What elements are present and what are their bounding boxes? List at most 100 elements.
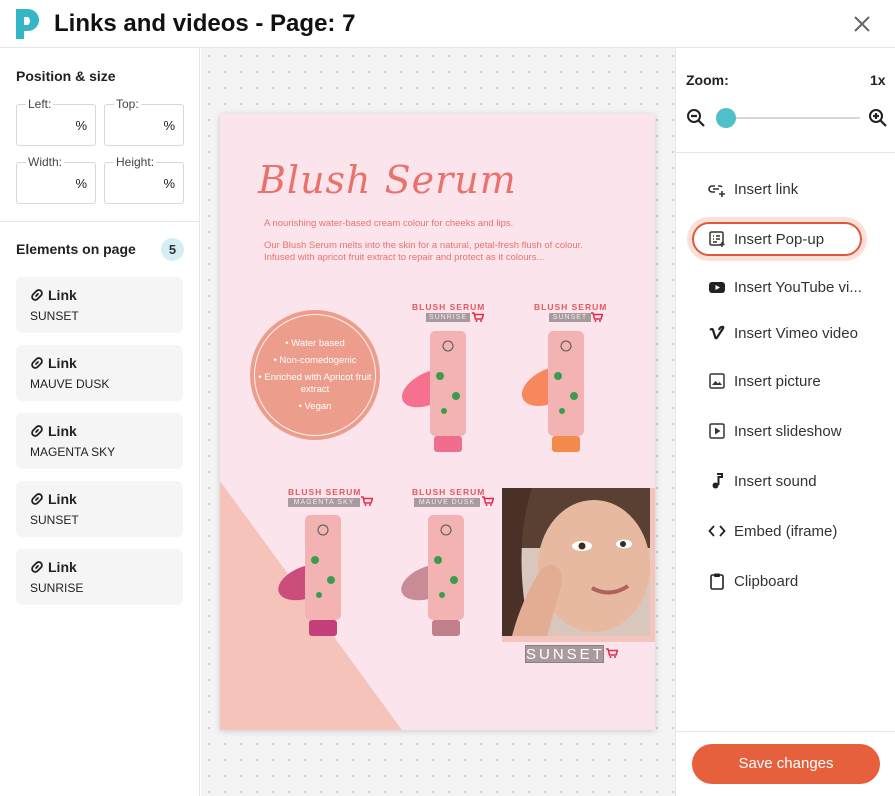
page-desc-2: Infused with apricot fruit extract to re… bbox=[264, 252, 545, 263]
feature-item: • Non-comedogenic bbox=[273, 355, 357, 366]
app-logo-icon bbox=[16, 9, 39, 39]
page-desc-1: Our Blush Serum melts into the skin for … bbox=[264, 240, 583, 251]
link-icon bbox=[31, 425, 43, 437]
width-field-label: Width: bbox=[26, 155, 65, 169]
product-name-link[interactable]: MAGENTA SKY bbox=[288, 498, 360, 507]
elements-title: Elements on page bbox=[16, 241, 136, 257]
menu-label: Insert sound bbox=[734, 472, 817, 490]
insert-vimeo-button[interactable]: Insert Vimeo video bbox=[692, 316, 874, 350]
link-icon bbox=[31, 561, 43, 573]
left-field[interactable]: Left: % bbox=[16, 97, 96, 146]
menu-label: Insert Pop-up bbox=[734, 230, 825, 248]
feature-list: • Water based • Non-comedogenic • Enrich… bbox=[250, 338, 380, 418]
top-field-unit: % bbox=[163, 118, 175, 133]
model-photo bbox=[502, 488, 650, 636]
height-field-label: Height: bbox=[114, 155, 157, 169]
slideshow-icon bbox=[709, 423, 725, 439]
product-tube-mauve bbox=[401, 515, 464, 636]
element-link-card[interactable]: Link MAUVE DUSK bbox=[16, 345, 183, 401]
element-link-card[interactable]: Link SUNSET bbox=[16, 481, 183, 537]
insert-popup-button[interactable]: Insert Pop-up bbox=[692, 222, 862, 256]
product-label: BLUSH SERUM bbox=[534, 302, 608, 312]
menu-label: Embed (iframe) bbox=[734, 522, 838, 540]
link-card-title: Link bbox=[48, 355, 77, 371]
youtube-icon bbox=[709, 282, 725, 293]
zoom-slider-track[interactable] bbox=[720, 117, 860, 119]
zoom-in-icon[interactable] bbox=[868, 108, 888, 128]
insert-slideshow-button[interactable]: Insert slideshow bbox=[692, 414, 874, 448]
zoom-value: 1x bbox=[870, 72, 886, 88]
link-card-title: Link bbox=[48, 559, 77, 575]
menu-label: Insert slideshow bbox=[734, 422, 842, 440]
zoom-out-icon[interactable] bbox=[686, 108, 706, 128]
link-card-name: SUNSET bbox=[30, 513, 79, 527]
link-card-title: Link bbox=[48, 423, 77, 439]
link-card-title: Link bbox=[48, 491, 77, 507]
link-card-title: Link bbox=[48, 287, 77, 303]
product-name-link[interactable]: SUNRISE bbox=[426, 313, 470, 322]
link-plus-icon bbox=[708, 185, 725, 197]
width-field-unit: % bbox=[75, 176, 87, 191]
cart-icon bbox=[472, 312, 484, 322]
right-panel: Zoom: 1x Insert link Insert Pop-up Inser… bbox=[675, 48, 895, 796]
cart-icon bbox=[482, 496, 494, 506]
menu-label: Clipboard bbox=[734, 572, 799, 590]
feature-item: • Water based bbox=[285, 338, 345, 349]
height-field-unit: % bbox=[163, 176, 175, 191]
product-label: BLUSH SERUM bbox=[412, 487, 486, 497]
zoom-slider-thumb[interactable] bbox=[716, 108, 736, 128]
feature-item: • Enriched with Apricot fruit extract bbox=[258, 372, 372, 395]
product-tube-sunrise bbox=[401, 331, 466, 452]
popup-icon bbox=[709, 231, 725, 247]
left-field-label: Left: bbox=[26, 97, 54, 111]
width-field[interactable]: Width: % bbox=[16, 155, 96, 204]
footer-divider bbox=[676, 731, 895, 732]
menu-label: Insert link bbox=[734, 180, 799, 198]
cart-icon bbox=[361, 496, 373, 506]
menu-label: Insert Vimeo video bbox=[734, 324, 858, 342]
product-name-link[interactable]: MAUVE DUSK bbox=[414, 498, 480, 507]
product-label: BLUSH SERUM bbox=[412, 302, 486, 312]
save-changes-button[interactable]: Save changes bbox=[692, 744, 880, 784]
product-tube-sunset bbox=[521, 331, 584, 452]
zoom-label: Zoom: bbox=[686, 72, 729, 88]
zoom-control bbox=[686, 106, 888, 130]
flipbook-page[interactable]: Blush Serum A nourishing water-based cre… bbox=[220, 114, 655, 730]
link-icon bbox=[31, 289, 43, 301]
vimeo-icon bbox=[709, 325, 725, 340]
element-link-card[interactable]: Link SUNSET bbox=[16, 277, 183, 333]
page-intro: A nourishing water-based cream colour fo… bbox=[264, 218, 514, 229]
embed-iframe-button[interactable]: Embed (iframe) bbox=[692, 514, 874, 548]
cart-icon bbox=[606, 648, 618, 658]
insert-link-button[interactable]: Insert link bbox=[692, 172, 874, 206]
features-circle: • Water based • Non-comedogenic • Enrich… bbox=[250, 310, 380, 440]
top-field-label: Top: bbox=[114, 97, 141, 111]
picture-icon bbox=[709, 373, 725, 389]
clipboard-button[interactable]: Clipboard bbox=[692, 564, 874, 598]
page-heading: Blush Serum bbox=[258, 158, 517, 202]
product-name-link[interactable]: SUNSET bbox=[549, 313, 591, 322]
menu-label: Insert picture bbox=[734, 372, 821, 390]
close-icon[interactable] bbox=[852, 14, 872, 34]
photo-link-tag[interactable]: SUNSET bbox=[525, 645, 604, 663]
elements-count-badge: 5 bbox=[161, 238, 184, 261]
position-size-title: Position & size bbox=[16, 68, 116, 84]
product-tube-magenta bbox=[278, 515, 341, 636]
element-link-card[interactable]: Link MAGENTA SKY bbox=[16, 413, 183, 469]
insert-sound-button[interactable]: Insert sound bbox=[692, 464, 874, 498]
music-note-icon bbox=[712, 473, 723, 489]
height-field[interactable]: Height: % bbox=[104, 155, 184, 204]
left-panel: Position & size Left: % Top: % Width: % … bbox=[0, 48, 200, 796]
editor-canvas[interactable]: Blush Serum A nourishing water-based cre… bbox=[201, 48, 675, 796]
element-link-card[interactable]: Link SUNRISE bbox=[16, 549, 183, 605]
top-field[interactable]: Top: % bbox=[104, 97, 184, 146]
dialog-title: Links and videos - Page: 7 bbox=[54, 10, 356, 37]
link-card-name: MAUVE DUSK bbox=[30, 377, 110, 391]
code-icon bbox=[708, 525, 726, 537]
menu-label: Insert YouTube vi... bbox=[734, 278, 862, 296]
left-divider bbox=[0, 221, 200, 222]
insert-picture-button[interactable]: Insert picture bbox=[692, 364, 874, 398]
link-card-name: MAGENTA SKY bbox=[30, 445, 116, 459]
insert-youtube-button[interactable]: Insert YouTube vi... bbox=[692, 270, 874, 304]
link-icon bbox=[31, 357, 43, 369]
